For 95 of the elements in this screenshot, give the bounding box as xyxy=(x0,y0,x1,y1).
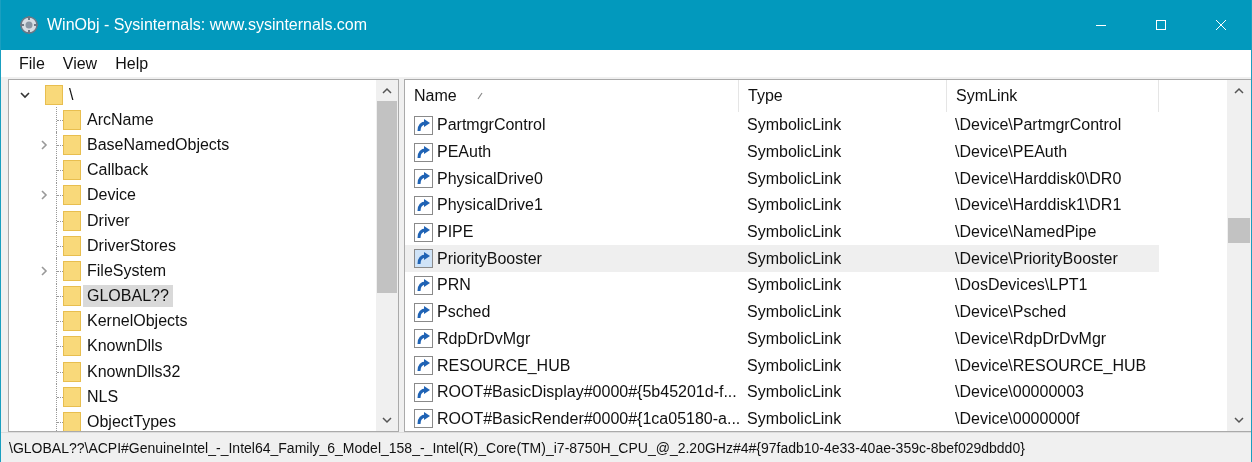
table-cell: PEAuth xyxy=(437,143,492,162)
table-cell: PhysicalDrive0 xyxy=(437,169,543,188)
list-row[interactable]: PRN SymbolicLink \DosDevices\LPT1 xyxy=(405,272,1159,299)
list-row[interactable]: RdpDrDvMgr SymbolicLink \Device\RdpDrDvMgr xyxy=(405,325,1159,353)
scroll-thumb[interactable] xyxy=(377,101,397,293)
table-cell: \Device\PriorityBooster xyxy=(955,249,1118,268)
scrollbar[interactable] xyxy=(376,80,398,431)
scroll-down-icon[interactable] xyxy=(1234,416,1244,424)
tree-item[interactable]: KernelObjects xyxy=(83,310,192,333)
scroll-down-icon[interactable] xyxy=(382,416,392,424)
scrollbar[interactable] xyxy=(1227,80,1251,431)
table-cell: \Device\PartmgrControl xyxy=(955,116,1122,135)
tree-item[interactable]: BaseNamedObjects xyxy=(83,133,234,156)
table-cell: ROOT#BasicRender#0000#{1ca05180-a... xyxy=(437,409,741,428)
table-cell: \Device\Harddisk1\DR1 xyxy=(955,196,1122,215)
column-title: Name xyxy=(414,87,457,105)
tree-item[interactable]: DriverStores xyxy=(83,234,180,257)
table-cell: SymbolicLink xyxy=(747,303,842,322)
table-cell: PriorityBooster xyxy=(437,249,542,268)
table-cell: \Device\00000003 xyxy=(955,383,1084,402)
list-row[interactable]: PartmgrControl SymbolicLink \Device\PartmgrControl xyxy=(405,112,1159,139)
scroll-up-icon[interactable] xyxy=(382,87,392,95)
tree-item[interactable]: FileSystem xyxy=(83,259,171,282)
tree-item[interactable]: KnownDlls32 xyxy=(83,360,185,383)
table-cell: SymbolicLink xyxy=(747,276,842,295)
tree-item[interactable]: ObjectTypes xyxy=(83,411,180,431)
table-cell: \DosDevices\LPT1 xyxy=(955,276,1088,295)
tree-item[interactable]: KnownDlls xyxy=(83,335,167,358)
column-title: Type xyxy=(748,87,783,105)
tree-item[interactable]: Device xyxy=(83,184,140,207)
list-row[interactable]: PriorityBooster SymbolicLink \Device\PriorityBooster xyxy=(405,245,1159,273)
folder-icon xyxy=(63,386,81,407)
table-cell: \Device\RESOURCE_HUB xyxy=(955,356,1147,375)
folder-icon xyxy=(63,260,81,281)
tree-item[interactable]: GLOBAL?? xyxy=(83,285,173,308)
table-cell: SymbolicLink xyxy=(747,409,842,428)
folder-icon xyxy=(63,210,81,231)
table-cell: SymbolicLink xyxy=(747,383,842,402)
window-title: WinObj - Sysinternals: www.sysinternals.com xyxy=(47,16,368,34)
close-icon xyxy=(1215,19,1227,31)
menu-item[interactable]: File xyxy=(10,54,54,73)
tree-item[interactable]: ArcName xyxy=(83,108,158,131)
table-cell: SymbolicLink xyxy=(747,249,842,268)
list-row[interactable]: PhysicalDrive0 SymbolicLink \Device\Harddisk0\DR0 xyxy=(405,165,1159,193)
list-row[interactable]: PIPE SymbolicLink \Device\NamedPipe xyxy=(405,218,1159,246)
table-cell: PhysicalDrive1 xyxy=(437,196,543,215)
status-text: \GLOBAL??\ACPI#GenuineIntel_-_Intel64_Family_6_Model_158_-_Intel(R)_Core(TM)_i7-8750H_CPU_@_2.20GHz#4#{97fadb10-4e33-40ae-359c-8bef029dbdd0} xyxy=(9,439,1025,456)
table-cell: \Device\NamedPipe xyxy=(955,223,1097,242)
list-row[interactable]: PEAuth SymbolicLink \Device\PEAuth xyxy=(405,138,1159,166)
table-cell: \Device\RdpDrDvMgr xyxy=(955,329,1107,348)
table-cell: SymbolicLink xyxy=(747,116,842,135)
table-cell: PartmgrControl xyxy=(437,116,546,135)
folder-icon xyxy=(63,134,81,155)
folder-icon xyxy=(63,160,81,181)
tree-item[interactable]: Driver xyxy=(83,209,134,232)
table-cell: \Device\PEAuth xyxy=(955,143,1068,162)
folder-icon xyxy=(63,235,81,256)
list-row[interactable]: Psched SymbolicLink \Device\Psched xyxy=(405,298,1159,326)
table-cell: RdpDrDvMgr xyxy=(437,329,531,348)
gear-icon xyxy=(19,15,39,35)
table-cell: SymbolicLink xyxy=(747,143,842,162)
table-cell: ROOT#BasicDisplay#0000#{5b45201d-f... xyxy=(437,383,737,402)
table-cell: SymbolicLink xyxy=(747,169,842,188)
list-row[interactable]: ROOT#BasicDisplay#0000#{5b45201d-f... SymbolicLink \Device\00000003 xyxy=(405,378,1159,406)
table-cell: RESOURCE_HUB xyxy=(437,356,571,375)
folder-icon xyxy=(63,109,81,130)
table-cell: \Device\Psched xyxy=(955,303,1067,322)
table-cell: SymbolicLink xyxy=(747,196,842,215)
tree-item[interactable]: \ xyxy=(65,83,78,106)
folder-icon xyxy=(63,412,81,431)
maximize-icon xyxy=(1155,19,1167,31)
table-cell: SymbolicLink xyxy=(747,356,842,375)
list-row[interactable]: ROOT#BasicRender#0000#{1ca05180-a... SymbolicLink \Device\0000000f xyxy=(405,405,1159,431)
list-row[interactable]: RESOURCE_HUB SymbolicLink \Device\RESOURCE_HUB xyxy=(405,352,1159,379)
folder-icon xyxy=(63,286,81,307)
menu-item[interactable]: View xyxy=(53,54,107,73)
folder-icon xyxy=(63,185,81,206)
folder-icon xyxy=(63,361,81,382)
tree-item[interactable]: NLS xyxy=(83,385,123,408)
table-cell: \Device\Harddisk0\DR0 xyxy=(955,169,1122,188)
menu-item[interactable]: Help xyxy=(106,54,158,73)
column-title: SymLink xyxy=(956,87,1018,105)
list-row[interactable]: PhysicalDrive1 SymbolicLink \Device\Harddisk1\DR1 xyxy=(405,192,1159,219)
table-cell: SymbolicLink xyxy=(747,329,842,348)
scroll-thumb[interactable] xyxy=(1228,218,1250,244)
table-cell: \Device\0000000f xyxy=(955,409,1080,428)
folder-icon xyxy=(63,311,81,332)
table-cell: SymbolicLink xyxy=(747,223,842,242)
folder-icon xyxy=(45,84,63,105)
folder-icon xyxy=(63,336,81,357)
table-cell: Psched xyxy=(437,303,491,322)
table-cell: PIPE xyxy=(437,223,474,242)
scroll-up-icon[interactable] xyxy=(1234,87,1244,95)
table-cell: PRN xyxy=(437,276,471,295)
tree-item[interactable]: Callback xyxy=(83,159,153,182)
